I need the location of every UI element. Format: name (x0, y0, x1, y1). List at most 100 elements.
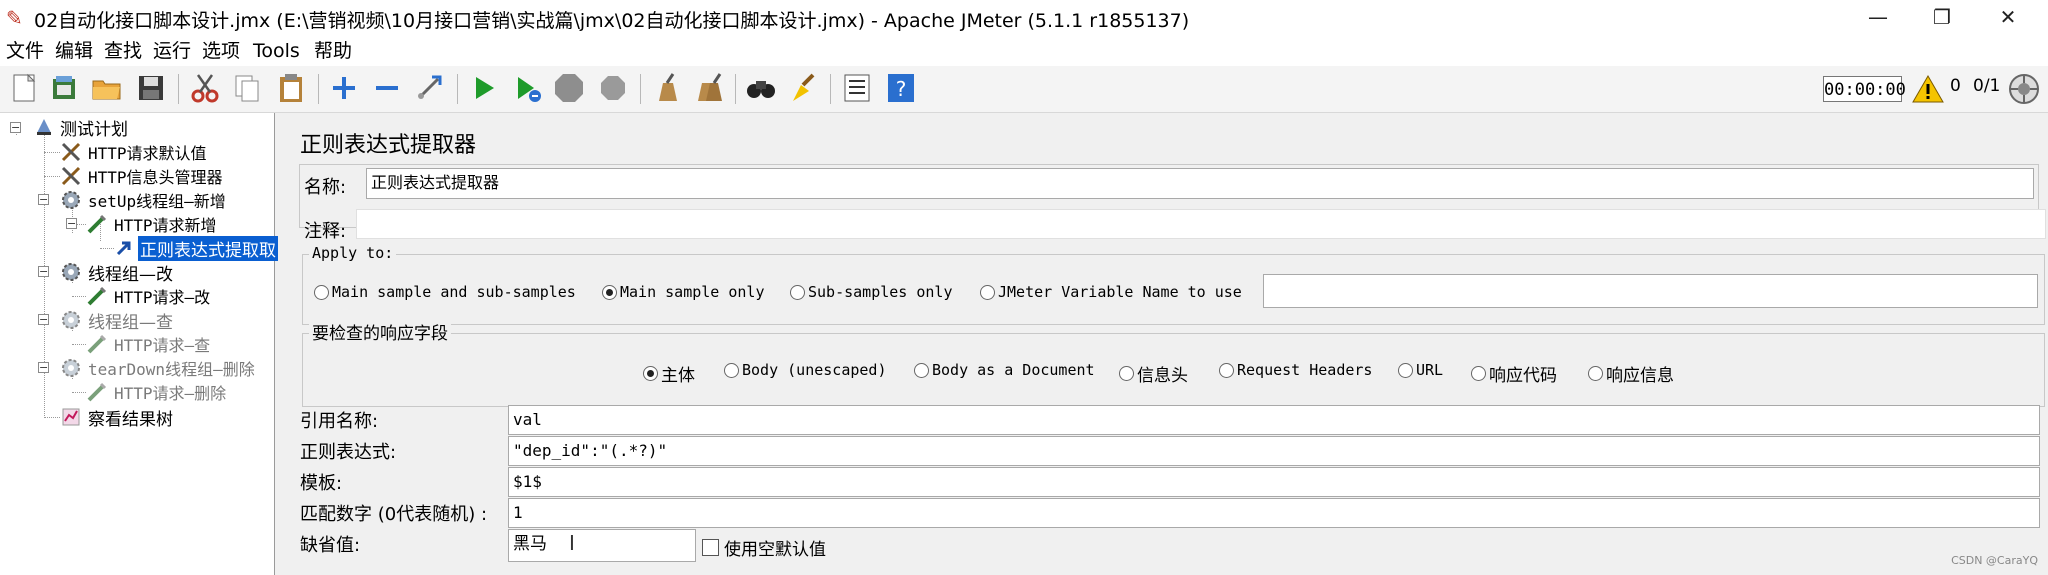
radio-main-sample-only[interactable]: Main sample only (602, 283, 765, 301)
clear-all-icon[interactable] (692, 71, 726, 105)
minimize-button[interactable]: — (1848, 0, 1908, 34)
comment-label: 注释: (304, 221, 347, 242)
checkbox-label: 使用空默认值 (724, 540, 826, 560)
active-threads-count: 0/1 (1973, 76, 2001, 96)
menu-search[interactable]: 查找 (104, 38, 142, 64)
tree-node-http-request-query[interactable]: HTTP请求—查 (86, 333, 212, 355)
menu-edit[interactable]: 编辑 (55, 38, 93, 64)
default-value-input[interactable]: 黑马 I (508, 529, 696, 562)
config-tools-icon (61, 166, 81, 186)
copy-icon[interactable] (230, 71, 264, 105)
cut-icon[interactable] (188, 71, 222, 105)
collapse-toggle-icon[interactable]: − (38, 362, 49, 373)
radio-sub-samples-only[interactable]: Sub-samples only (790, 283, 953, 301)
regex-input[interactable]: "dep_id":"(.*?)" (508, 436, 2040, 466)
save-icon[interactable] (134, 71, 168, 105)
warning-icon[interactable] (1912, 74, 1944, 104)
menu-help[interactable]: 帮助 (314, 38, 352, 64)
comment-field[interactable] (356, 209, 2046, 239)
radio-label: 主体 (661, 366, 695, 386)
test-plan-tree: − − − − − − 测试计划 HTTP请求默认值 HTTP信息头管理器 se… (0, 113, 278, 575)
radio-body-unescaped[interactable]: Body (unescaped) (724, 361, 887, 379)
close-icon: ✕ (1999, 5, 2017, 29)
clear-icon[interactable] (649, 71, 683, 105)
jmeter-variable-input[interactable] (1263, 274, 2038, 308)
search-icon[interactable] (744, 71, 778, 105)
tree-node-test-plan[interactable]: 测试计划 (34, 116, 130, 140)
close-button[interactable]: ✕ (1978, 0, 2038, 34)
function-helper-icon[interactable] (840, 71, 874, 105)
http-sampler-pen-icon (87, 382, 107, 402)
tree-node-http-request-update[interactable]: HTTP请求—改 (86, 285, 212, 307)
checkbox-icon (702, 539, 719, 556)
toolbar-separator (318, 74, 319, 104)
default-value-text: 黑马 (513, 534, 547, 554)
http-sampler-pen-icon (87, 214, 107, 234)
radio-label: Request Headers (1237, 361, 1373, 379)
new-icon[interactable] (7, 71, 41, 105)
open-icon[interactable] (90, 71, 124, 105)
menu-tools[interactable]: Tools (253, 38, 300, 64)
maximize-button[interactable]: ❐ (1912, 0, 1972, 34)
remote-status-icon (2009, 74, 2039, 104)
tree-node-http-request-delete[interactable]: HTTP请求—删除 (86, 381, 228, 403)
name-field[interactable]: 正则表达式提取器 (366, 168, 2034, 199)
collapse-toggle-icon[interactable]: − (38, 266, 49, 277)
tree-node-setup-thread-group[interactable]: setUp线程组—新增 (60, 189, 228, 211)
tree-node-thread-group-update[interactable]: 线程组—改 (60, 261, 175, 285)
tree-node-view-results-tree[interactable]: 察看结果树 (60, 406, 175, 430)
use-empty-default-checkbox[interactable]: 使用空默认值 (702, 535, 826, 560)
paste-icon[interactable] (274, 71, 308, 105)
shutdown-icon[interactable] (596, 71, 630, 105)
menu-file[interactable]: 文件 (6, 38, 44, 64)
thread-group-gear-icon (62, 191, 80, 209)
tree-node-header-manager[interactable]: HTTP信息头管理器 (60, 165, 225, 187)
page-title: 正则表达式提取器 (300, 133, 477, 158)
radio-circle-icon (1471, 366, 1486, 381)
tree-node-teardown-thread-group[interactable]: tearDown线程组—删除 (60, 357, 257, 379)
tree-node-http-defaults[interactable]: HTTP请求默认值 (60, 141, 209, 163)
tree-node-label: tearDown线程组—删除 (88, 360, 255, 379)
collapse-toggle-icon[interactable]: − (38, 314, 49, 325)
tree-node-http-request-add[interactable]: HTTP请求新增 (86, 213, 219, 235)
radio-url[interactable]: URL (1398, 361, 1443, 379)
collapse-toggle-icon[interactable]: − (10, 122, 21, 133)
tree-node-thread-group-query[interactable]: 线程组—查 (60, 309, 175, 333)
window-title: 02自动化接口脚本设计.jmx (E:\营销视频\10月接口营销\实战篇\jmx… (34, 10, 1190, 32)
tree-node-label: 正则表达式提取取 (138, 235, 278, 261)
match-number-input[interactable]: 1 (508, 498, 2040, 528)
radio-headers[interactable]: 信息头 (1119, 361, 1188, 386)
templates-icon[interactable] (47, 71, 81, 105)
help-icon[interactable]: ? (884, 71, 918, 105)
radio-jmeter-variable[interactable]: JMeter Variable Name to use (980, 283, 1242, 301)
tree-connector (44, 417, 60, 418)
expand-icon[interactable] (327, 71, 361, 105)
collapse-icon[interactable] (370, 71, 404, 105)
tree-node-regex-extractor[interactable]: 正则表达式提取取 (114, 235, 278, 261)
collapse-toggle-icon[interactable]: − (66, 218, 77, 229)
radio-circle-icon (724, 362, 739, 378)
regex-label: 正则表达式: (300, 442, 397, 463)
start-icon[interactable] (467, 71, 501, 105)
ref-name-input[interactable]: val (508, 405, 2040, 435)
radio-response-message[interactable]: 响应信息 (1588, 361, 1674, 386)
radio-body-as-document[interactable]: Body as a Document (914, 361, 1095, 379)
radio-main-and-sub-samples[interactable]: Main sample and sub-samples (314, 283, 576, 301)
radio-label: Body as a Document (932, 361, 1095, 379)
radio-body[interactable]: 主体 (643, 361, 695, 386)
start-no-pauses-icon[interactable] (510, 71, 544, 105)
elapsed-timer: 00:00:00 (1823, 76, 1906, 102)
menu-run[interactable]: 运行 (153, 38, 191, 64)
reset-search-icon[interactable] (787, 71, 821, 105)
regex-extractor-panel: 正则表达式提取器 名称: 正则表达式提取器 注释: Apply to: Main… (286, 113, 2048, 575)
menu-options[interactable]: 选项 (202, 38, 240, 64)
radio-request-headers[interactable]: Request Headers (1219, 361, 1372, 379)
listener-chart-icon (62, 408, 80, 426)
radio-response-code[interactable]: 响应代码 (1471, 361, 1557, 386)
radio-label: Main sample only (620, 283, 765, 301)
toggle-icon[interactable] (412, 71, 446, 105)
collapse-toggle-icon[interactable]: − (38, 194, 49, 205)
radio-circle-icon (1119, 366, 1134, 381)
stop-icon[interactable] (552, 71, 586, 105)
template-input[interactable]: $1$ (508, 467, 2040, 497)
